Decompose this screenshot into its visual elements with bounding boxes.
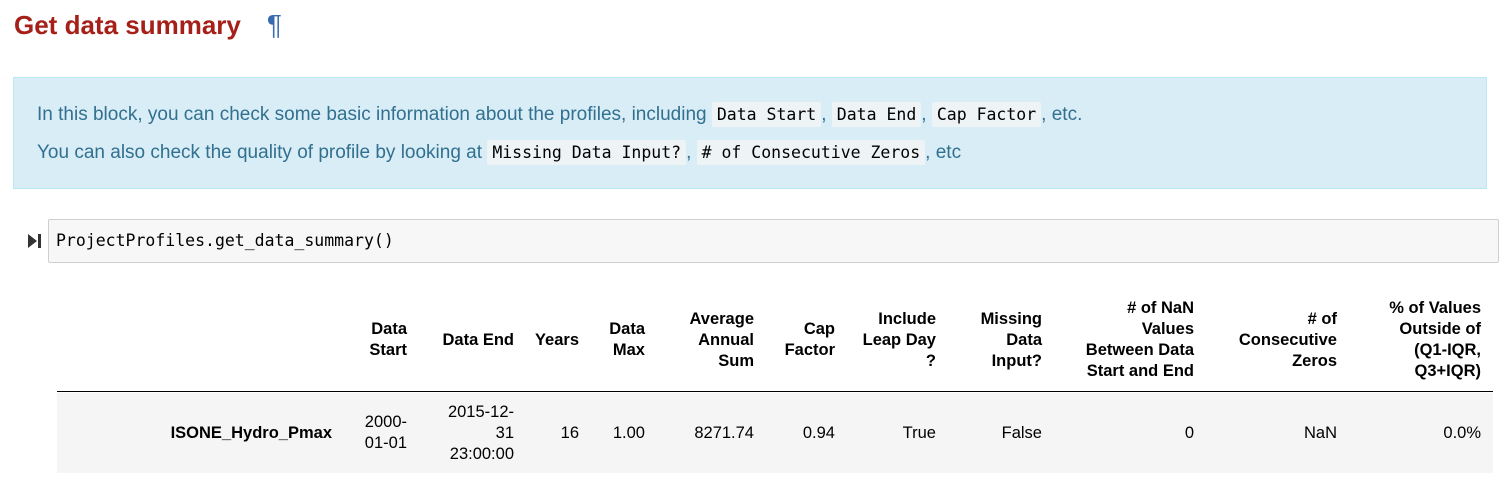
header-line: Values [1141, 320, 1194, 338]
inline-code: Cap Factor [931, 102, 1042, 127]
cell-include-leap-day: True [902, 424, 936, 442]
header-line: Zeros [1292, 352, 1337, 370]
info-line-1: In this block, you can check some basic … [37, 101, 1082, 129]
header-pct-outside: % of Values Outside of (Q1-IQR, Q3+IQR) [1389, 298, 1481, 382]
info-text: , etc. [1041, 104, 1083, 125]
info-alert-box: In this block, you can check some basic … [13, 77, 1487, 189]
cell-pct-outside: 0.0% [1443, 424, 1481, 442]
header-line: Consecutive [1238, 331, 1337, 349]
inline-code: # of Consecutive Zeros [696, 140, 926, 165]
cell-missing-data-input: False [1001, 424, 1042, 442]
header-line: Annual [698, 331, 754, 349]
header-line: Years [534, 331, 579, 349]
header-line: Include [878, 310, 936, 328]
row-index: ISONE_Hydro_Pmax [170, 424, 332, 442]
inline-code: Missing Data Input? [487, 140, 687, 165]
info-text: In this block, you can check some basic … [37, 104, 707, 125]
cell-line: 2000- [364, 413, 407, 431]
cell-data-start: 2000- 01-01 [365, 412, 407, 454]
cell-data-end: 2015-12- 31 23:00:00 [448, 402, 514, 465]
header-line: Cap [803, 320, 835, 338]
header-consecutive-zeros: # of Consecutive Zeros [1239, 309, 1337, 372]
header-line: (Q1-IQR, [1414, 341, 1481, 359]
cell-cap-factor: 0.94 [802, 424, 835, 442]
header-line: Input? [991, 352, 1042, 370]
header-line: Data [371, 320, 407, 338]
cell-line: 31 [495, 424, 514, 442]
cell-line: 01-01 [364, 434, 407, 452]
run-cell-icon[interactable] [26, 233, 42, 249]
header-line: # of [1307, 310, 1337, 328]
header-line: Data [1006, 331, 1042, 349]
section-title: Get data summary [14, 10, 241, 40]
header-line: Average [689, 310, 754, 328]
header-line: Factor [784, 341, 835, 359]
header-include-leap-day: Include Leap Day ? [863, 309, 936, 372]
header-data-start: Data Start [369, 319, 407, 361]
cell-nan-values: 0 [1184, 424, 1194, 442]
header-line: % of Values [1389, 299, 1481, 317]
separator: , [821, 104, 827, 125]
code-text[interactable]: ProjectProfiles.get_data_summary() [56, 231, 394, 250]
code-cell-input[interactable]: ProjectProfiles.get_data_summary() [48, 219, 1499, 263]
header-line: Start [369, 341, 407, 359]
cell-years: 16 [560, 424, 579, 442]
cell-line: 2015-12- [447, 403, 514, 421]
separator: , [686, 142, 692, 163]
header-line: ? [925, 352, 936, 370]
anchor-link[interactable]: ¶ [267, 9, 282, 40]
header-divider [57, 391, 1493, 392]
header-line: # of NaN [1127, 299, 1194, 317]
inline-code: Data End [831, 102, 922, 127]
header-line: Start and End [1086, 362, 1194, 380]
header-line: Leap Day [862, 331, 936, 349]
header-line: Between Data [1085, 341, 1194, 359]
header-line: Sum [718, 352, 754, 370]
header-line: Data [609, 320, 645, 338]
header-line: Data End [442, 331, 514, 349]
header-nan-values: # of NaN Values Between Data Start and E… [1086, 298, 1194, 382]
header-years: Years [535, 330, 579, 351]
header-data-end: Data End [442, 330, 514, 351]
separator: , [921, 104, 927, 125]
header-line: Max [612, 341, 645, 359]
header-line: Missing [980, 310, 1042, 328]
header-data-max: Data Max [609, 319, 645, 361]
inline-code: Data Start [711, 102, 822, 127]
cell-consecutive-zeros: NaN [1303, 424, 1337, 442]
header-missing-data-input: Missing Data Input? [981, 309, 1042, 372]
header-cap-factor: Cap Factor [785, 319, 835, 361]
cell-line: 23:00:00 [449, 445, 514, 463]
cell-data-max: 1.00 [612, 424, 645, 442]
header-average-annual-sum: Average Annual Sum [689, 309, 754, 372]
cell-average-annual-sum: 8271.74 [694, 424, 754, 442]
header-line: Outside of [1399, 320, 1481, 338]
info-text: , etc [925, 142, 962, 163]
info-text: You can also check the quality of profil… [37, 142, 483, 163]
section-heading: Get data summary ¶ [14, 8, 282, 42]
header-line: Q3+IQR) [1414, 362, 1481, 380]
info-line-2: You can also check the quality of profil… [37, 139, 961, 167]
